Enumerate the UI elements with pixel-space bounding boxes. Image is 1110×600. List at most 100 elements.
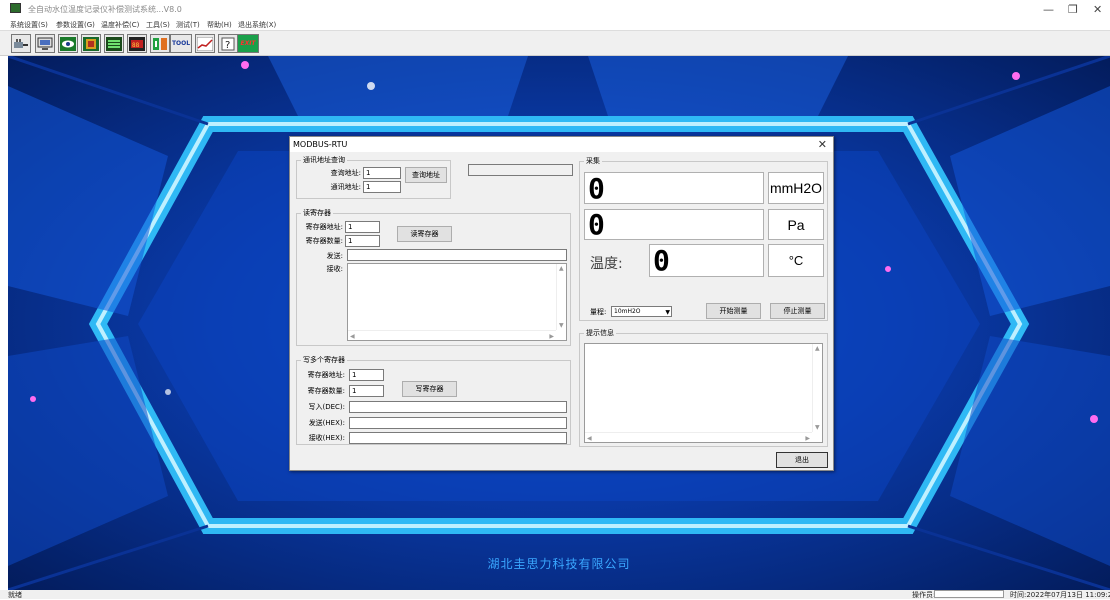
write-registers-group: 写多个寄存器 寄存器地址: 1 寄存器数量: 1 写寄存器 写入(DEC): 发… — [296, 355, 571, 445]
chevron-down-icon[interactable]: ▼ — [665, 308, 670, 317]
read-register-count-label: 寄存器数量: — [305, 237, 343, 245]
app-icon — [10, 3, 21, 13]
range-label: 量程: — [590, 308, 607, 316]
close-button[interactable]: ✕ — [1093, 3, 1102, 16]
read-receive-vscroll[interactable]: ▲ ▼ — [556, 264, 566, 330]
exit-dialog-button[interactable]: 退出 — [776, 452, 828, 468]
window-title: 全自动水位温度记录仪补偿测试系统...V8.0 — [28, 5, 182, 14]
write-receive-hex-field[interactable] — [349, 432, 567, 444]
menu-temperature-compensation[interactable]: 温度补偿(C) — [101, 20, 139, 30]
grid-icon — [106, 36, 122, 51]
display-tool-button[interactable]: 88 — [127, 34, 147, 53]
sensor-icon — [153, 37, 167, 50]
scroll-right-icon[interactable]: ▶ — [805, 435, 810, 442]
scroll-down-icon[interactable]: ▼ — [815, 424, 820, 431]
menu-bar: 系统设置(S) 参数设置(G) 温度补偿(C) 工具(S) 测试(T) 帮助(H… — [0, 18, 1110, 30]
temperature-value: 0 — [653, 244, 670, 277]
pressure-pa-display: 0 — [584, 208, 764, 241]
unit-mmh2o: mmH2O — [768, 172, 824, 204]
connect-tool-button[interactable] — [11, 34, 31, 53]
info-vscroll[interactable]: ▲ ▼ — [812, 344, 822, 432]
eye-tool-button[interactable] — [58, 34, 78, 53]
title-bar: 全自动水位温度记录仪补偿测试系统...V8.0 — ❐ ✕ — [0, 0, 1110, 18]
svg-text:88: 88 — [132, 42, 140, 49]
query-address-button[interactable]: 查询地址 — [405, 167, 447, 183]
led-display-icon: 88 — [129, 36, 145, 51]
write-dec-label: 写入(DEC): — [308, 403, 345, 411]
menu-test[interactable]: 测试(T) — [176, 20, 200, 30]
read-send-label: 发送: — [326, 252, 343, 260]
write-receive-hex-label: 接收(HEX): — [308, 434, 345, 442]
data-tool-button[interactable] — [104, 34, 124, 53]
operator-field — [934, 590, 1004, 598]
toolbar: 88 TOOL ? EXIT — [0, 30, 1110, 56]
write-register-count-label: 寄存器数量: — [307, 387, 345, 395]
address-result-field — [468, 164, 573, 176]
calibrate-tool-button[interactable] — [81, 34, 101, 53]
scroll-left-icon[interactable]: ◀ — [350, 333, 355, 340]
read-register-count-input[interactable]: 1 — [345, 235, 380, 247]
write-send-hex-label: 发送(HEX): — [308, 419, 345, 427]
unit-pa: Pa — [768, 209, 824, 240]
scroll-down-icon[interactable]: ▼ — [559, 322, 564, 329]
svg-text:?: ? — [225, 40, 230, 51]
range-select[interactable]: 10mH2O ▼ — [611, 306, 672, 317]
menu-help[interactable]: 帮助(H) — [207, 20, 232, 30]
help-tool-button[interactable]: ? — [218, 34, 238, 53]
company-name: 湖北圭思力科技有限公司 — [487, 557, 631, 571]
temperature-display: 0 — [649, 244, 764, 277]
info-title: 提示信息 — [584, 328, 616, 338]
collect-group: 采集 0 mmH2O 0 Pa 温度: 0 °C 量程: 10mH2O ▼ 开始… — [579, 156, 828, 321]
write-register-count-input[interactable]: 1 — [349, 385, 384, 397]
maximize-button[interactable]: ❐ — [1068, 3, 1078, 16]
scroll-up-icon[interactable]: ▲ — [815, 345, 820, 352]
read-send-field[interactable] — [347, 249, 567, 261]
tool-text-icon: TOOL — [171, 39, 191, 47]
comm-address-input[interactable]: 1 — [363, 181, 401, 193]
info-area[interactable]: ▲ ▼ ◀ ▶ — [584, 343, 823, 443]
modbus-dialog: MODBUS-RTU ✕ 通讯地址查询 查询地址: 1 通讯地址: 1 查询地址… — [289, 136, 834, 471]
eye-icon — [60, 36, 76, 51]
write-dec-field[interactable] — [349, 401, 567, 413]
minimize-button[interactable]: — — [1043, 3, 1054, 16]
pressure-mmh2o-value: 0 — [588, 172, 605, 205]
scroll-right-icon[interactable]: ▶ — [549, 333, 554, 340]
status-bar: 就绪 操作员: 时间:2022年07月13日 11:09:26 — [0, 590, 1110, 599]
write-send-hex-field[interactable] — [349, 417, 567, 429]
curve-tool-button[interactable] — [195, 34, 215, 53]
dialog-close-icon[interactable]: ✕ — [818, 138, 827, 151]
unit-celsius: °C — [768, 244, 824, 277]
query-address-input[interactable]: 1 — [363, 167, 401, 179]
menu-parameter-settings[interactable]: 参数设置(G) — [56, 20, 95, 30]
info-hscroll[interactable]: ◀ ▶ — [585, 432, 812, 442]
read-register-button[interactable]: 读寄存器 — [397, 226, 452, 242]
exit-tool-button[interactable]: EXIT — [237, 34, 259, 53]
menu-exit-system[interactable]: 退出系统(X) — [238, 20, 276, 30]
read-register-address-input[interactable]: 1 — [345, 221, 380, 233]
chart-line-icon — [197, 36, 213, 51]
menu-system-settings[interactable]: 系统设置(S) — [10, 20, 48, 30]
write-registers-title: 写多个寄存器 — [301, 355, 347, 365]
address-query-title: 通讯地址查询 — [301, 155, 347, 165]
monitor-tool-button[interactable] — [35, 34, 55, 53]
menu-tools[interactable]: 工具(S) — [146, 20, 170, 30]
tool-button[interactable]: TOOL — [170, 34, 192, 53]
write-register-address-input[interactable]: 1 — [349, 369, 384, 381]
scroll-up-icon[interactable]: ▲ — [559, 265, 564, 272]
pressure-mmh2o-display: 0 — [584, 172, 764, 205]
write-register-button[interactable]: 写寄存器 — [402, 381, 457, 397]
info-group: 提示信息 ▲ ▼ ◀ ▶ — [579, 328, 828, 447]
scroll-left-icon[interactable]: ◀ — [587, 435, 592, 442]
start-measure-button[interactable]: 开始测量 — [706, 303, 761, 319]
sensor-tool-button[interactable] — [150, 34, 170, 53]
calibrate-icon — [83, 36, 99, 51]
comm-address-label: 通讯地址: — [330, 183, 361, 191]
read-receive-area[interactable]: ▲ ▼ ◀ ▶ — [347, 263, 567, 341]
temperature-label: 温度: — [590, 256, 623, 272]
write-register-address-label: 寄存器地址: — [307, 371, 345, 379]
stop-measure-button[interactable]: 停止测量 — [770, 303, 825, 319]
monitor-icon — [37, 37, 53, 50]
dialog-title: MODBUS-RTU — [293, 140, 348, 149]
dialog-title-bar: MODBUS-RTU ✕ — [290, 137, 833, 152]
read-receive-hscroll[interactable]: ◀ ▶ — [348, 330, 556, 340]
